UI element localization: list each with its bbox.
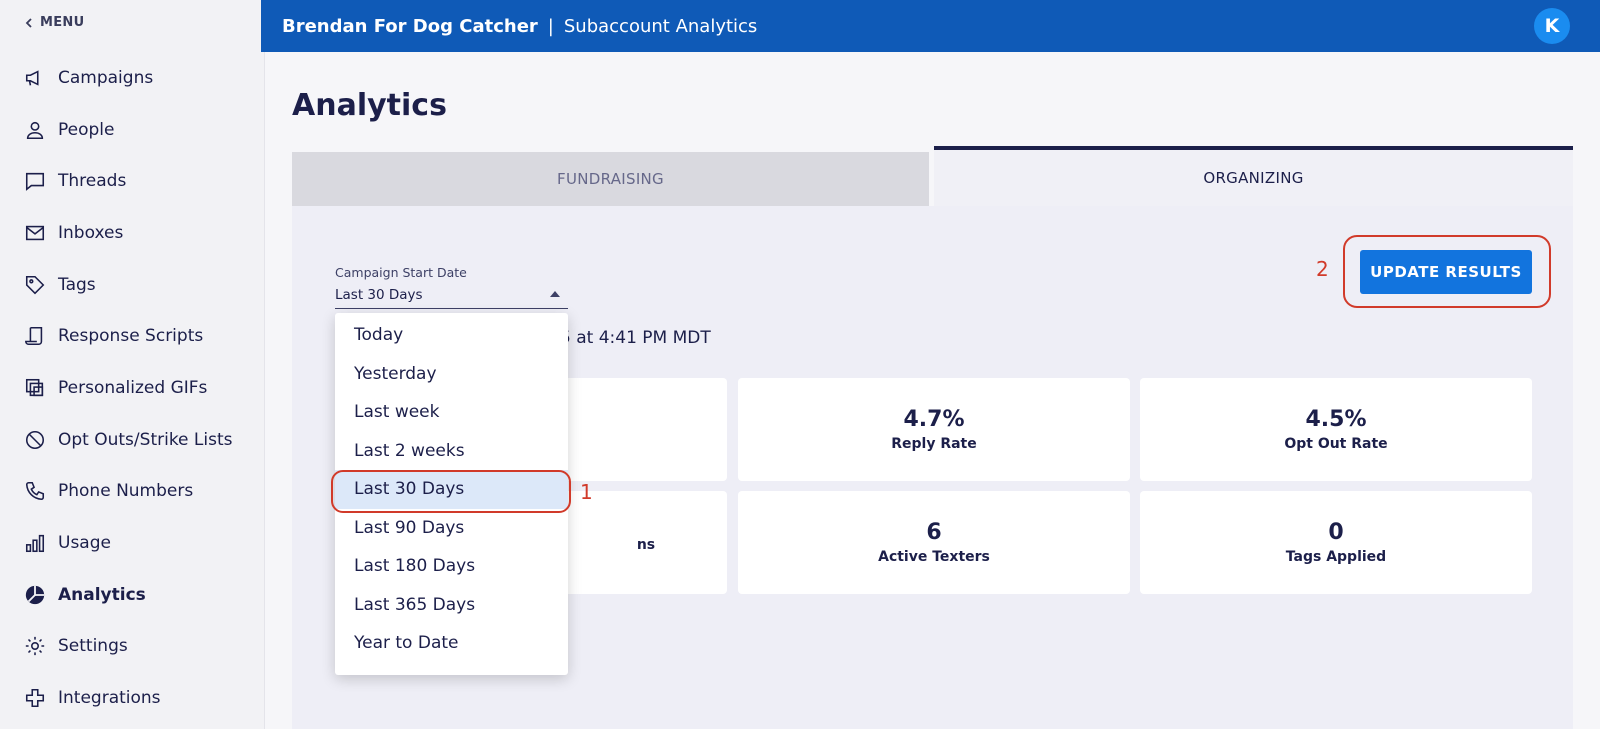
sidebar-item-settings[interactable]: Settings (0, 621, 265, 673)
dropdown-option-last-2-weeks[interactable]: Last 2 weeks (335, 432, 568, 471)
stat-card-tags-applied: 0 Tags Applied (1140, 491, 1532, 594)
dropdown-option-last-180-days[interactable]: Last 180 Days (335, 547, 568, 586)
sidebar-item-campaigns[interactable]: Campaigns (0, 52, 265, 104)
sidebar-item-label: Tags (58, 274, 96, 295)
org-name: Brendan For Dog Catcher (282, 15, 538, 37)
sidebar-item-label: Personalized GIFs (58, 377, 208, 398)
select-value: Last 30 Days (335, 287, 423, 303)
menu-toggle[interactable]: MENU (24, 15, 84, 30)
dropdown-option-yesterday[interactable]: Yesterday (335, 355, 568, 394)
sidebar-item-inboxes[interactable]: Inboxes (0, 207, 265, 259)
page-title: Analytics (292, 88, 447, 123)
sidebar-item-label: Inboxes (58, 222, 124, 243)
annotation-label-1: 1 (580, 480, 593, 504)
dropdown-option-year-to-date[interactable]: Year to Date (335, 624, 568, 663)
sidebar-item-phone-numbers[interactable]: Phone Numbers (0, 466, 265, 518)
tag-icon (24, 274, 46, 296)
script-icon (24, 325, 46, 347)
header-separator: | (547, 15, 554, 37)
stat-label: Reply Rate (891, 436, 977, 452)
stat-card-active-texters: 6 Active Texters (738, 491, 1130, 594)
tab-bar: FUNDRAISING ORGANIZING (292, 146, 1573, 206)
sidebar-item-analytics[interactable]: Analytics (0, 569, 265, 621)
tab-organizing[interactable]: ORGANIZING (934, 146, 1573, 206)
sidebar-item-label: Integrations (58, 688, 161, 709)
envelope-icon (24, 222, 46, 244)
bar-chart-icon (24, 532, 46, 554)
gear-icon (24, 635, 46, 657)
stat-value: 4.5% (1305, 407, 1367, 432)
sidebar-item-label: People (58, 119, 115, 140)
sidebar-item-people[interactable]: People (0, 104, 265, 156)
caret-up-icon (550, 291, 560, 297)
stat-value: 4.7% (903, 407, 965, 432)
campaign-start-date-select[interactable]: Last 30 Days (335, 282, 568, 309)
sidebar-item-opt-outs[interactable]: Opt Outs/Strike Lists (0, 414, 265, 466)
stat-value: 0 (1328, 520, 1344, 545)
chat-bubble-icon (24, 170, 46, 192)
stat-card-opt-out-rate: 4.5% Opt Out Rate (1140, 378, 1532, 481)
stat-label: Opt Out Rate (1284, 436, 1388, 452)
phone-icon (24, 480, 46, 502)
sidebar-item-label: Opt Outs/Strike Lists (58, 429, 233, 450)
stat-value: 6 (926, 520, 942, 545)
header-subtitle: Subaccount Analytics (563, 15, 758, 37)
stat-label: Tags Applied (1285, 549, 1387, 565)
sidebar-item-personalized-gifs[interactable]: Personalized GIFs (0, 362, 265, 414)
sidebar-item-tags[interactable]: Tags (0, 259, 265, 311)
update-results-button[interactable]: UPDATE RESULTS (1360, 250, 1532, 294)
sidebar-item-label: Response Scripts (58, 326, 204, 347)
dropdown-option-last-week[interactable]: Last week (335, 393, 568, 432)
sidebar-item-response-scripts[interactable]: Response Scripts (0, 310, 265, 362)
tab-fundraising[interactable]: FUNDRAISING (292, 152, 929, 206)
sidebar-item-usage[interactable]: Usage (0, 517, 265, 569)
sidebar-item-integrations[interactable]: Integrations (0, 672, 265, 724)
sidebar: MENU Campaigns People Threads Inboxes Ta… (0, 0, 265, 729)
stat-label: Active Texters (878, 549, 990, 565)
sidebar-nav: Campaigns People Threads Inboxes Tags Re… (0, 52, 265, 724)
top-bar: Brendan For Dog Catcher | Subaccount Ana… (261, 0, 1600, 52)
annotation-label-2: 2 (1316, 257, 1329, 281)
sidebar-item-label: Usage (58, 533, 111, 554)
gif-stack-icon (24, 377, 46, 399)
sidebar-item-threads[interactable]: Threads (0, 155, 265, 207)
dropdown-option-last-90-days[interactable]: Last 90 Days (335, 509, 568, 548)
megaphone-icon (24, 67, 46, 89)
sidebar-item-label: Campaigns (58, 67, 154, 88)
dropdown-option-today[interactable]: Today (335, 316, 568, 355)
stat-label: ns (636, 536, 656, 553)
last-updated-text: 5 at 4:41 PM MDT (560, 328, 711, 348)
sidebar-item-label: Analytics (58, 584, 146, 605)
sidebar-item-label: Phone Numbers (58, 481, 194, 502)
person-icon (24, 119, 46, 141)
campaign-start-date-label: Campaign Start Date (335, 265, 467, 280)
block-icon (24, 429, 46, 451)
sidebar-item-label: Settings (58, 636, 128, 657)
avatar[interactable]: K (1534, 8, 1570, 44)
annotation-ring-1 (331, 470, 571, 513)
menu-label: MENU (40, 15, 85, 30)
dropdown-option-last-365-days[interactable]: Last 365 Days (335, 586, 568, 625)
sidebar-item-label: Threads (58, 171, 127, 192)
stat-card-reply-rate: 4.7% Reply Rate (738, 378, 1130, 481)
plus-outline-icon (24, 687, 46, 709)
chevron-left-icon (25, 17, 32, 28)
pie-chart-icon (24, 584, 46, 606)
